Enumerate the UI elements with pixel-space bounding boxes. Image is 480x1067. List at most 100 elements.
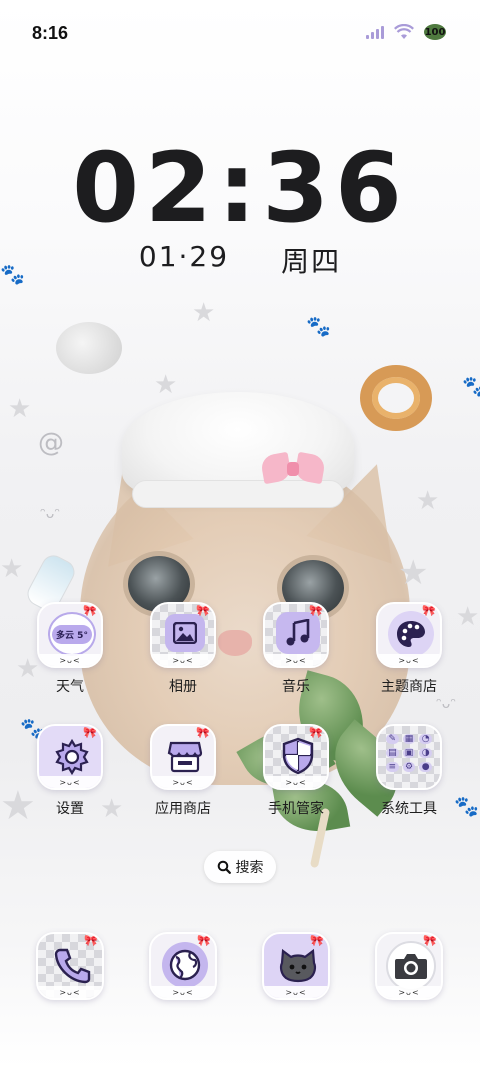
swirl-decoration: @: [38, 428, 64, 458]
app-weather[interactable]: 多云 5° 🎀 >ᴗ< 天气: [14, 602, 126, 696]
palette-icon: [388, 611, 434, 657]
weekday-text: 周四: [281, 245, 342, 278]
dock-browser[interactable]: 🎀 >ᴗ<: [127, 932, 239, 1000]
icon-strip: >ᴗ<: [264, 986, 328, 998]
icon-strip: >ᴗ<: [152, 776, 214, 788]
app-gallery[interactable]: 🎀 >ᴗ< 相册: [127, 602, 239, 696]
theme-store-app-icon: 🎀 >ᴗ<: [376, 602, 442, 668]
folder-mini-icon: ▦: [402, 734, 416, 744]
app-label: 天气: [56, 679, 84, 695]
bread-roll-decoration: [56, 322, 122, 374]
dock-messages[interactable]: 🎀 >ᴗ<: [240, 932, 352, 1000]
dock-camera[interactable]: 🎀 >ᴗ<: [353, 932, 465, 1000]
folder-mini-icon: ▤: [386, 748, 399, 758]
icon-strip: >ᴗ<: [265, 654, 327, 666]
app-label: 相册: [169, 679, 197, 695]
weather-cloud-icon: 多云 5°: [48, 612, 96, 656]
status-icons: 100: [366, 24, 446, 40]
status-bar: 8:16 100: [0, 0, 480, 66]
star-decoration: ★: [8, 394, 32, 424]
phone-icon: [50, 944, 94, 986]
app-theme-store[interactable]: 🎀 >ᴗ< 主题商店: [353, 602, 465, 696]
wifi-icon: [394, 24, 414, 39]
app-settings[interactable]: 🎀 >ᴗ< 设置: [14, 724, 126, 818]
cat-face-icon: [275, 944, 321, 986]
ribbon-icon: 🎀: [196, 604, 210, 617]
folder-preview: ✎ ▦ ◔ ▤ ▣ ◑ ≡ ⚙ ●: [384, 732, 434, 774]
shield-icon: [278, 735, 318, 777]
icon-strip: >ᴗ<: [38, 986, 102, 998]
ribbon-icon: 🎀: [83, 726, 97, 739]
app-label: 应用商店: [155, 801, 211, 817]
folder-mini-icon: ●: [419, 762, 432, 772]
ribbon-icon: 🎀: [310, 934, 324, 947]
icon-strip: >ᴗ<: [39, 654, 101, 666]
star-decoration: ★: [398, 553, 429, 593]
ribbon-icon: 🎀: [83, 604, 97, 617]
folder-icon: ✎ ▦ ◔ ▤ ▣ ◑ ≡ ⚙ ●: [376, 724, 442, 790]
battery-level: 100: [424, 26, 446, 38]
phone-app-icon: 🎀 >ᴗ<: [36, 932, 104, 1000]
icon-strip: >ᴗ<: [377, 986, 441, 998]
app-system-tools[interactable]: ✎ ▦ ◔ ▤ ▣ ◑ ≡ ⚙ ● 系统工具: [353, 724, 465, 818]
ribbon-icon: 🎀: [309, 604, 323, 617]
star-decoration: ★: [154, 370, 178, 400]
ribbon-icon: 🎀: [84, 934, 98, 947]
face-doodle-decoration: ᵔᴗᵔ: [436, 696, 457, 712]
ribbon-icon: 🎀: [309, 726, 323, 739]
search-icon: [217, 860, 231, 874]
folder-mini-icon: ◑: [419, 748, 432, 758]
ribbon-icon: 🎀: [197, 934, 211, 947]
ribbon-icon: 🎀: [196, 726, 210, 739]
search-button[interactable]: 搜索: [204, 851, 276, 883]
browser-app-icon: 🎀 >ᴗ<: [149, 932, 217, 1000]
pink-bow-decoration: [259, 448, 327, 492]
app-store-app-icon: 🎀 >ᴗ<: [150, 724, 216, 790]
ribbon-icon: 🎀: [423, 934, 437, 947]
folder-mini-icon: ✎: [386, 734, 399, 744]
app-label: 设置: [56, 801, 84, 817]
image-icon: [165, 614, 205, 652]
ribbon-icon: 🎀: [422, 604, 436, 617]
folder-mini-icon: ▣: [402, 748, 416, 758]
date-text: 01·29: [138, 240, 230, 273]
clock-widget-date[interactable]: 01·29 周四: [0, 240, 480, 280]
app-label: 音乐: [282, 679, 310, 695]
globe-icon: [162, 942, 208, 988]
search-label: 搜索: [235, 860, 264, 876]
folder-mini-icon: ⚙: [402, 762, 416, 772]
app-music[interactable]: 🎀 >ᴗ< 音乐: [240, 602, 352, 696]
dock-phone[interactable]: 🎀 >ᴗ<: [14, 932, 126, 1000]
star-decoration: ★: [0, 554, 24, 584]
phone-manager-app-icon: 🎀 >ᴗ<: [263, 724, 329, 790]
signal-icon: [366, 25, 384, 39]
icon-strip: >ᴗ<: [39, 776, 101, 788]
app-label: 系统工具: [381, 801, 437, 817]
face-doodle-decoration: ᵔᴗᵔ: [40, 506, 61, 522]
pretzel-decoration: [360, 365, 432, 431]
gear-icon: [50, 735, 94, 779]
star-decoration: ★: [416, 486, 440, 516]
battery-icon: 100: [424, 24, 446, 40]
camera-app-icon: 🎀 >ᴗ<: [375, 932, 443, 1000]
folder-mini-icon: ◔: [419, 734, 432, 744]
app-label: 主题商店: [381, 679, 437, 695]
weather-badge: 多云 5°: [52, 624, 92, 644]
app-label: 手机管家: [268, 801, 324, 817]
paw-decoration: 🐾: [462, 374, 480, 398]
music-app-icon: 🎀 >ᴗ<: [263, 602, 329, 668]
store-icon: [164, 735, 206, 777]
app-app-store[interactable]: 🎀 >ᴗ< 应用商店: [127, 724, 239, 818]
clock-widget-time[interactable]: 02:36: [0, 132, 480, 244]
icon-strip: >ᴗ<: [265, 776, 327, 788]
weather-app-icon: 多云 5° 🎀 >ᴗ<: [37, 602, 103, 668]
status-time: 8:16: [32, 23, 69, 43]
icon-strip: >ᴗ<: [378, 654, 440, 666]
icon-strip: >ᴗ<: [151, 986, 215, 998]
app-phone-manager[interactable]: 🎀 >ᴗ< 手机管家: [240, 724, 352, 818]
settings-app-icon: 🎀 >ᴗ<: [37, 724, 103, 790]
gallery-app-icon: 🎀 >ᴗ<: [150, 602, 216, 668]
paw-decoration: 🐾: [306, 314, 331, 338]
music-note-icon: [276, 612, 320, 654]
messages-app-icon: 🎀 >ᴗ<: [262, 932, 330, 1000]
